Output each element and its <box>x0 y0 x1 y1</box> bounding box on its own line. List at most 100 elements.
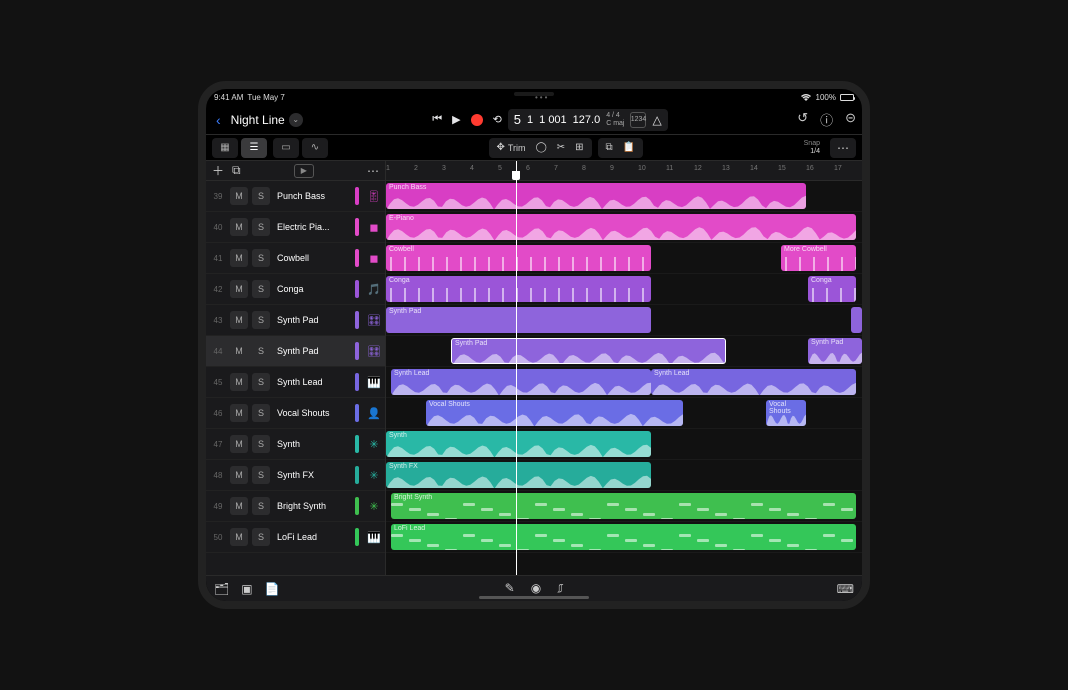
copy-button[interactable]: ⧉ <box>606 142 613 153</box>
song-title[interactable]: Night Line ⌄ <box>231 113 303 127</box>
track-instrument-icon[interactable]: 🎹 <box>365 528 383 546</box>
move-tool-button[interactable]: ✥Trim <box>497 142 526 153</box>
region[interactable]: LoFi Lead <box>391 524 856 550</box>
track-header[interactable]: 45MSSynth Lead🎹 <box>206 367 385 398</box>
region[interactable]: Synth Pad <box>808 338 862 364</box>
count-in-button[interactable]: 1234 <box>630 112 646 128</box>
region[interactable]: Punch Bass <box>386 183 806 209</box>
solo-button[interactable]: S <box>252 187 270 205</box>
arrange-row[interactable]: Bright Synth <box>386 491 862 522</box>
track-instrument-icon[interactable]: 🎹 <box>365 373 383 391</box>
help-icon[interactable]: ⓘ <box>820 110 833 129</box>
region[interactable]: Bright Synth <box>391 493 856 519</box>
track-header[interactable]: 41MSCowbell◼ <box>206 243 385 274</box>
arrange-row[interactable]: Synth <box>386 429 862 460</box>
track-header[interactable]: 42MSConga🎵 <box>206 274 385 305</box>
track-instrument-icon[interactable]: ✳ <box>365 466 383 484</box>
track-header[interactable]: 47MSSynth✳ <box>206 429 385 460</box>
mute-button[interactable]: M <box>230 280 248 298</box>
paste-button[interactable]: 📋 <box>623 142 635 153</box>
track-instrument-icon[interactable]: ✳ <box>365 497 383 515</box>
arrange-row[interactable]: Synth Pad <box>386 305 862 336</box>
arrange-row[interactable]: Vocal Shouts Vocal Shouts <box>386 398 862 429</box>
notepad-button[interactable]: 📄 <box>265 582 280 596</box>
region[interactable]: Synth Pad <box>451 338 726 364</box>
track-instrument-icon[interactable]: 🎛 <box>365 342 383 360</box>
record-button[interactable] <box>471 114 483 126</box>
track-header[interactable]: 50MSLoFi Lead🎹 <box>206 522 385 553</box>
arrange-row[interactable]: LoFi Lead <box>386 522 862 553</box>
loop-tool-button[interactable]: ◯ <box>536 142 547 153</box>
track-header[interactable]: 49MSBright Synth✳ <box>206 491 385 522</box>
track-header[interactable]: 48MSSynth FX✳ <box>206 460 385 491</box>
solo-button[interactable]: S <box>252 528 270 546</box>
home-indicator[interactable] <box>479 596 589 599</box>
snap-display[interactable]: Snap 1/4 <box>804 140 820 155</box>
solo-button[interactable]: S <box>252 497 270 515</box>
track-header[interactable]: 39MSPunch Bass🎚 <box>206 181 385 212</box>
solo-button[interactable]: S <box>252 280 270 298</box>
mute-button[interactable]: M <box>230 435 248 453</box>
tracks-view-button[interactable]: ☰ <box>241 138 267 158</box>
mute-button[interactable]: M <box>230 373 248 391</box>
region[interactable]: Conga <box>386 276 651 302</box>
arrange-row[interactable]: Synth LeadSynth Lead <box>386 367 862 398</box>
solo-button[interactable]: S <box>252 404 270 422</box>
metronome-icon[interactable]: △ <box>652 113 661 127</box>
mute-button[interactable]: M <box>230 528 248 546</box>
region[interactable]: Vocal Shouts <box>426 400 683 426</box>
arrange-row[interactable]: Cowbell More Cowbell <box>386 243 862 274</box>
region[interactable] <box>851 307 862 333</box>
region[interactable]: More Cowbell <box>781 245 856 271</box>
track-instrument-icon[interactable]: 🎚 <box>365 187 383 205</box>
track-header[interactable]: 44MSSynth Pad🎛 <box>206 336 385 367</box>
region[interactable]: Cowbell <box>386 245 651 271</box>
play-button[interactable]: ▶ <box>452 113 460 126</box>
track-instrument-icon[interactable]: ◼ <box>365 218 383 236</box>
timeline-ruler[interactable]: 123456789101112131415161718 <box>386 161 862 181</box>
mixer-sliders-button[interactable]: ⎎ <box>557 581 563 596</box>
region-view-button[interactable]: ▭ <box>273 138 299 158</box>
solo-button[interactable]: S <box>252 342 270 360</box>
region[interactable]: Synth Lead <box>651 369 856 395</box>
mute-button[interactable]: M <box>230 187 248 205</box>
solo-button[interactable]: S <box>252 466 270 484</box>
mute-button[interactable]: M <box>230 249 248 267</box>
region-rows[interactable]: Punch Bass E-Piano Cowbell More Cowbell Cong… <box>386 181 862 575</box>
playhead-handle[interactable] <box>512 171 520 180</box>
edit-pencil-button[interactable]: ✎ <box>505 581 515 596</box>
arrange-row[interactable]: E-Piano <box>386 212 862 243</box>
region[interactable]: Synth Lead <box>391 369 651 395</box>
track-instrument-icon[interactable]: 🎵 <box>365 280 383 298</box>
join-tool-button[interactable]: ⊞ <box>575 142 583 153</box>
back-button[interactable]: ‹ <box>212 112 225 128</box>
track-instrument-icon[interactable]: ✳ <box>365 435 383 453</box>
track-header[interactable]: 46MSVocal Shouts👤 <box>206 398 385 429</box>
grid-view-button[interactable]: ▦ <box>212 138 238 158</box>
record-enable-toggle[interactable]: ▶ <box>294 164 314 178</box>
region[interactable]: Vocal Shouts <box>766 400 806 426</box>
mute-button[interactable]: M <box>230 497 248 515</box>
arrange-row[interactable]: Punch Bass <box>386 181 862 212</box>
mute-button[interactable]: M <box>230 466 248 484</box>
region[interactable]: E-Piano <box>386 214 856 240</box>
mute-button[interactable]: M <box>230 404 248 422</box>
undo-history-icon[interactable]: ↺ <box>797 110 808 129</box>
track-header[interactable]: 43MSSynth Pad🎛 <box>206 305 385 336</box>
solo-button[interactable]: S <box>252 249 270 267</box>
track-instrument-icon[interactable]: 🎛 <box>365 311 383 329</box>
mute-button[interactable]: M <box>230 311 248 329</box>
region[interactable]: Conga <box>808 276 856 302</box>
region[interactable]: Synth FX <box>386 462 651 488</box>
solo-button[interactable]: S <box>252 311 270 329</box>
track-instrument-icon[interactable]: ◼ <box>365 249 383 267</box>
arrange-area[interactable]: 123456789101112131415161718 Punch Bass E-… <box>386 161 862 575</box>
mute-button[interactable]: M <box>230 218 248 236</box>
automation-view-button[interactable]: ∿ <box>302 138 328 158</box>
smart-controls-button[interactable]: ◉ <box>531 581 541 596</box>
scissors-tool-button[interactable]: ✂ <box>557 142 565 153</box>
more-options-button[interactable]: ⋯ <box>830 138 856 158</box>
arrange-row[interactable]: Synth Pad Synth Pad <box>386 336 862 367</box>
library-browser-button[interactable]: 🗂 <box>214 582 229 596</box>
track-instrument-icon[interactable]: 👤 <box>365 404 383 422</box>
